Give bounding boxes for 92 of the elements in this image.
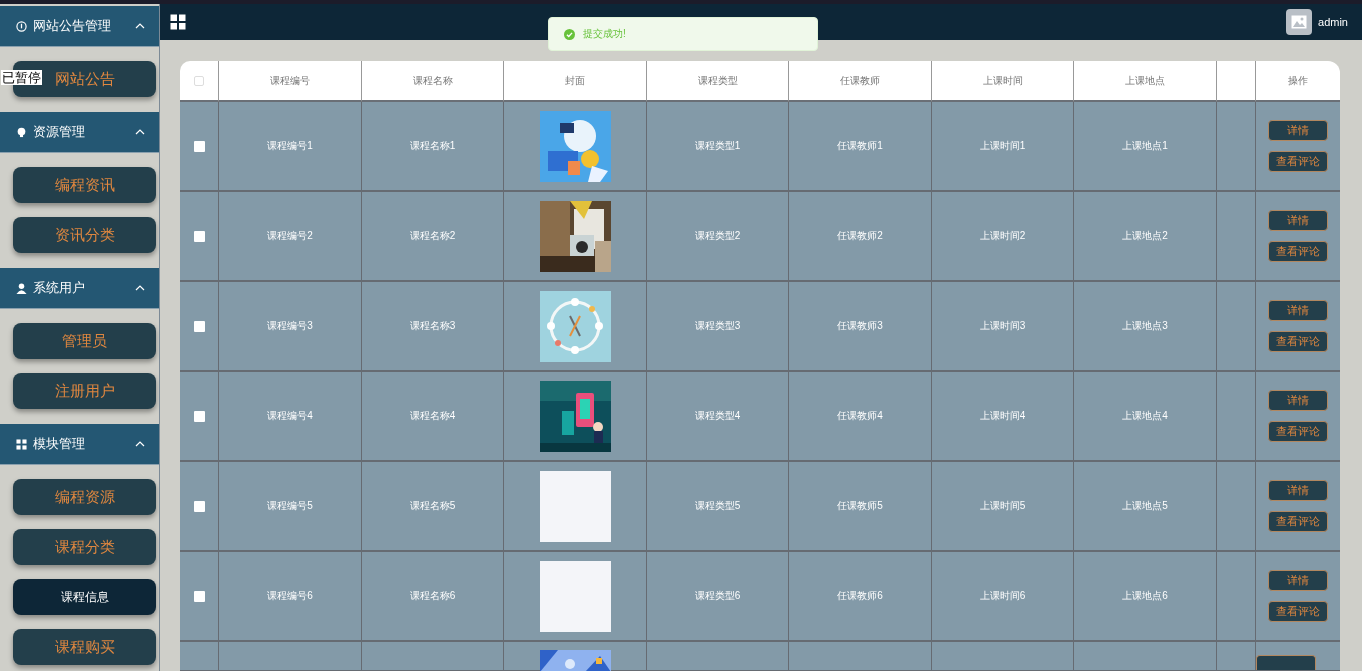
table-cell: 上课地点5: [1074, 462, 1217, 552]
table-cell: 课程类型3: [647, 282, 789, 372]
table-cell: 课程类型2: [647, 192, 789, 282]
action-button[interactable]: 详情: [1268, 390, 1328, 411]
row-checkbox[interactable]: [193, 410, 205, 422]
menu-group-header[interactable]: 资源管理: [0, 112, 159, 153]
menu-group-title: 模块管理: [33, 435, 86, 453]
menu-item[interactable]: 课程分类: [13, 529, 156, 565]
table-cell: 任课教师1: [789, 102, 932, 192]
table-cell: 课程名称6: [362, 552, 504, 642]
table-cell: 课程编号5: [219, 462, 362, 552]
table-cell: 课程名称1: [362, 102, 504, 192]
row-checkbox[interactable]: [193, 500, 205, 512]
table-cell: 课程名称5: [362, 462, 504, 552]
status-overlay-text: 已暂停: [1, 70, 42, 85]
menu-item[interactable]: 编程资源: [13, 479, 156, 515]
menu-group-header[interactable]: 模块管理: [0, 424, 159, 465]
table-cell: 课程编号4: [219, 372, 362, 462]
row-checkbox[interactable]: [193, 230, 205, 242]
column-header: 课程名称: [362, 61, 504, 102]
table-cell: 课程名称2: [362, 192, 504, 282]
action-button[interactable]: 查看评论: [1268, 421, 1328, 442]
menu-group-title: 资源管理: [33, 123, 86, 141]
toast-message: 提交成功!: [583, 27, 626, 41]
action-button[interactable]: 查看评论: [1268, 151, 1328, 172]
table-cell: 上课地点3: [1074, 282, 1217, 372]
column-header: 任课教师: [789, 61, 932, 102]
table-cell: 上课时间3: [932, 282, 1074, 372]
action-button[interactable]: [1256, 655, 1316, 670]
action-button[interactable]: 详情: [1268, 300, 1328, 321]
table-cell: 任课教师4: [789, 372, 932, 462]
table-cell: 课程编号2: [219, 192, 362, 282]
table-cell: 上课地点1: [1074, 102, 1217, 192]
user-icon: [16, 282, 27, 294]
menu-group-header[interactable]: 网站公告管理: [0, 6, 159, 47]
table-cell: 课程名称4: [362, 372, 504, 462]
action-button[interactable]: 详情: [1268, 570, 1328, 591]
column-header: 操作: [1256, 61, 1340, 102]
table-cell: 上课时间2: [932, 192, 1074, 282]
table-cell: 课程类型1: [647, 102, 789, 192]
blank-cover-image: [539, 470, 611, 542]
table-cell: 课程编号3: [219, 282, 362, 372]
action-button[interactable]: 查看评论: [1268, 241, 1328, 262]
success-icon: [564, 28, 575, 40]
table-cell: 上课时间6: [932, 552, 1074, 642]
menu-item[interactable]: 课程信息: [13, 579, 156, 615]
column-header: 课程类型: [647, 61, 789, 102]
table-cell: 上课地点4: [1074, 372, 1217, 462]
column-header: 上课地点: [1074, 61, 1217, 102]
table-cell: 课程类型5: [647, 462, 789, 552]
table-cell: 任课教师5: [789, 462, 932, 552]
action-button[interactable]: 查看评论: [1268, 331, 1328, 352]
menu-item[interactable]: 编程资讯: [13, 167, 156, 203]
table-cell: 课程编号6: [219, 552, 362, 642]
menu-item[interactable]: 管理员: [13, 323, 156, 359]
row-checkbox[interactable]: [193, 590, 205, 602]
table-cell: 上课时间4: [932, 372, 1074, 462]
table-cell: 任课教师6: [789, 552, 932, 642]
table-cell: 上课时间1: [932, 102, 1074, 192]
action-button[interactable]: 查看评论: [1268, 601, 1328, 622]
menu-item[interactable]: 资讯分类: [13, 217, 156, 253]
menu-group-title: 网站公告管理: [33, 17, 112, 35]
action-button[interactable]: 详情: [1268, 210, 1328, 231]
grid-menu-icon: [170, 14, 186, 30]
table-cell: 课程编号1: [219, 102, 362, 192]
column-header: 课程编号: [219, 61, 362, 102]
row-checkbox[interactable]: [193, 140, 205, 152]
menu-group-title: 系统用户: [33, 279, 86, 297]
table-cell: 上课时间5: [932, 462, 1074, 552]
avatar-icon[interactable]: [1286, 9, 1313, 35]
table-cell: 上课地点6: [1074, 552, 1217, 642]
table-cell: 课程类型4: [647, 372, 789, 462]
table-cell: 任课教师3: [789, 282, 932, 372]
menu-group-header[interactable]: 系统用户: [0, 268, 159, 309]
blank-cover-image: [539, 560, 611, 632]
row-checkbox[interactable]: [193, 320, 205, 332]
table-cell: 课程类型6: [647, 552, 789, 642]
action-button[interactable]: 详情: [1268, 120, 1328, 141]
menu-item[interactable]: 课程购买: [13, 629, 156, 665]
table-cell: 上课地点2: [1074, 192, 1217, 282]
column-header: 上课时间: [932, 61, 1074, 102]
action-button[interactable]: 详情: [1268, 480, 1328, 501]
user-name[interactable]: admin: [1318, 16, 1348, 28]
info-icon: [16, 20, 27, 32]
table-cell: 课程名称3: [362, 282, 504, 372]
action-button[interactable]: 查看评论: [1268, 511, 1328, 532]
menu-item[interactable]: 注册用户: [13, 373, 156, 409]
bulb-icon: [16, 126, 27, 138]
table-cell: 任课教师2: [789, 192, 932, 282]
column-header: 封面: [504, 61, 647, 102]
select-all-checkbox[interactable]: [194, 75, 204, 86]
grid-icon: [16, 438, 27, 450]
